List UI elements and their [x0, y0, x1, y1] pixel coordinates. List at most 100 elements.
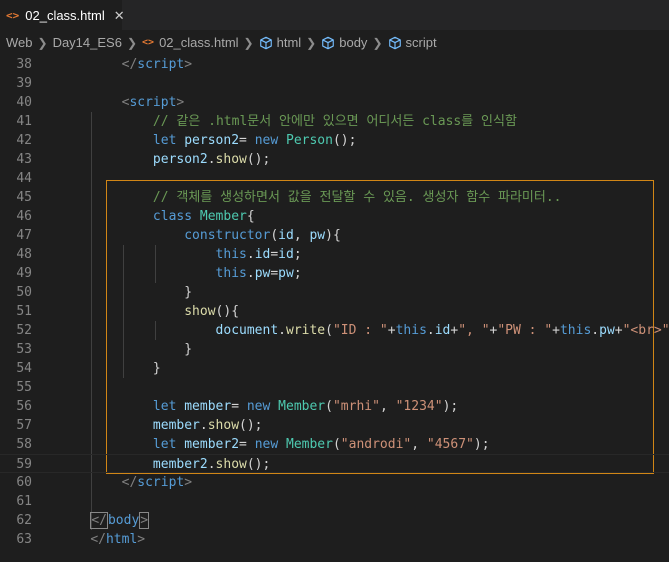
code-line[interactable]: 50 } — [0, 283, 669, 302]
code-token: this — [395, 323, 427, 338]
code-text: let member= new Member("mrhi", "1234"); — [59, 397, 458, 416]
code-line[interactable]: 54 } — [0, 359, 669, 378]
code-line[interactable]: 45 // 객체를 생성하면서 값을 전달할 수 있음. 생성자 함수 파라미터… — [0, 188, 669, 207]
code-line[interactable]: 46 class Member{ — [0, 207, 669, 226]
code-token: ; — [293, 247, 302, 262]
code-token: </ — [121, 475, 138, 490]
code-line[interactable]: 61 — [0, 492, 669, 511]
line-number: 60 — [16, 475, 32, 490]
breadcrumb-item-day14-es6[interactable]: Day14_ES6 — [53, 35, 122, 50]
code-token: Member — [199, 209, 247, 224]
line-number: 42 — [16, 133, 32, 148]
code-line[interactable]: 42 let person2= new Person(); — [0, 131, 669, 150]
code-line[interactable]: 41 // 같은 .html문서 안에만 있으면 어디서든 class를 인식함 — [0, 112, 669, 131]
line-number: 63 — [16, 532, 32, 547]
code-editor[interactable]: 38 </script> 39 40 <script> 41 // 같은 .html문… — [0, 55, 669, 562]
code-token: pw — [309, 228, 326, 243]
line-number: 44 — [16, 171, 32, 186]
symbol-cube-icon — [322, 36, 335, 49]
code-token: person2 — [152, 152, 208, 167]
chevron-right-icon: ❯ — [37, 35, 48, 50]
code-line[interactable]: 44 — [0, 169, 669, 188]
code-token: . — [207, 152, 216, 167]
code-token: . — [199, 418, 208, 433]
code-token: + — [552, 323, 560, 338]
code-token: this — [215, 247, 247, 262]
code-line[interactable]: 48 this.id=id; — [0, 245, 669, 264]
code-line[interactable]: 53 } — [0, 340, 669, 359]
line-number: 58 — [16, 437, 32, 452]
code-token: id — [434, 323, 451, 338]
breadcrumb-item-script[interactable]: script — [406, 35, 437, 50]
tab-label: 02_class.html — [25, 8, 105, 23]
code-token: html — [105, 532, 138, 547]
code-token: this — [215, 266, 247, 281]
code-line[interactable]: 58 let member2= new Member("androdi", "4… — [0, 435, 669, 454]
code-token: script — [137, 475, 185, 490]
code-line[interactable]: 38 </script> — [0, 55, 669, 74]
code-token: = — [239, 437, 255, 452]
code-line[interactable]: 55 — [0, 378, 669, 397]
line-number: 52 — [16, 323, 32, 338]
code-token: ); — [473, 437, 490, 452]
code-token: = — [270, 266, 279, 281]
chevron-right-icon: ❯ — [126, 35, 138, 50]
code-text: this.pw=pw; — [59, 264, 302, 283]
code-token: let — [152, 133, 177, 148]
code-line[interactable]: 43 person2.show(); — [0, 150, 669, 169]
breadcrumb-item-html[interactable]: html — [277, 35, 302, 50]
breadcrumb-item-web[interactable]: Web — [6, 35, 33, 50]
code-text: let member2= new Member("androdi", "4567… — [59, 435, 490, 454]
code-token: document — [215, 323, 279, 338]
code-text: // 같은 .html문서 안에만 있으면 어디서든 class를 인식함 — [59, 112, 517, 131]
code-token: + — [614, 323, 623, 338]
code-token: show — [207, 418, 240, 433]
code-token: member2 — [152, 457, 208, 472]
code-line[interactable]: 60 </script> — [0, 473, 669, 492]
code-line[interactable]: 57 member.show(); — [0, 416, 669, 435]
code-text: } — [59, 283, 192, 302]
code-token: (){ — [215, 304, 240, 319]
code-token: Member — [278, 399, 326, 414]
breadcrumb-item-file[interactable]: 02_class.html — [159, 35, 238, 50]
code-token: , — [293, 228, 310, 243]
code-token: id — [278, 228, 294, 243]
line-number: 43 — [16, 152, 32, 167]
code-line[interactable]: 56 let member= new Member("mrhi", "1234"… — [0, 397, 669, 416]
line-number: 56 — [16, 399, 32, 414]
breadcrumb-item-body[interactable]: body — [339, 35, 367, 50]
code-line[interactable]: 47 constructor(id, pw){ — [0, 226, 669, 245]
code-token: show — [184, 304, 216, 319]
code-line[interactable]: 39 — [0, 74, 669, 93]
code-token: > — [184, 57, 193, 72]
code-token: = — [270, 247, 279, 262]
code-token: new — [254, 437, 279, 452]
close-icon[interactable]: ✕ — [114, 8, 125, 24]
tab-bar: <> 02_class.html ✕ — [0, 0, 669, 30]
code-line[interactable]: 63 </html> — [0, 530, 669, 549]
code-line[interactable]: 62 </body> — [0, 511, 669, 530]
code-token: (); — [246, 152, 271, 167]
code-text: let person2= new Person(); — [59, 131, 357, 150]
code-token: "ID : " — [332, 323, 388, 338]
code-token: = — [231, 399, 247, 414]
line-number: 59 — [16, 457, 32, 472]
code-token: ); — [442, 399, 459, 414]
code-line[interactable]: 52 document.write("ID : "+this.id+", "+"… — [0, 321, 669, 340]
code-token: . — [246, 266, 255, 281]
code-line[interactable]: 49 this.pw=pw; — [0, 264, 669, 283]
code-token: ", " — [458, 323, 490, 338]
code-line[interactable]: 59 member2.show(); — [0, 454, 669, 473]
code-line[interactable]: 51 show(){ — [0, 302, 669, 321]
code-line[interactable]: 40 <script> — [0, 93, 669, 112]
tab-02-class-html[interactable]: <> 02_class.html ✕ — [0, 0, 125, 30]
code-token: let — [152, 399, 177, 414]
